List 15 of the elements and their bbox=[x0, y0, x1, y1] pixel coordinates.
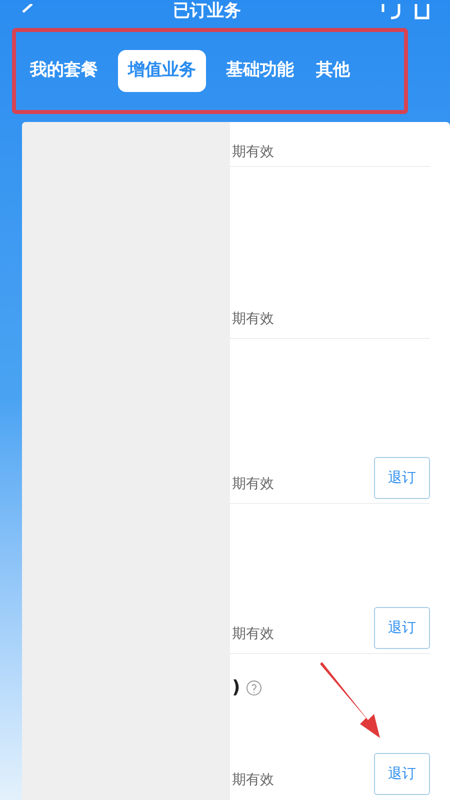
validity-text: 期有效 bbox=[232, 143, 274, 162]
validity-text: 期有效 bbox=[232, 475, 274, 494]
tab[interactable]: 我的套餐 bbox=[28, 50, 100, 92]
unsubscribe-button[interactable]: 退订 bbox=[374, 607, 430, 649]
page-title: 已订业务 bbox=[173, 0, 241, 24]
unsubscribe-button[interactable]: 退订 bbox=[374, 753, 430, 795]
service-title: ) bbox=[232, 676, 240, 700]
tab[interactable]: 增值业务 bbox=[118, 50, 206, 92]
validity-text: 期有效 bbox=[232, 771, 274, 790]
tab[interactable]: 其他 bbox=[314, 50, 352, 92]
help-icon[interactable] bbox=[246, 680, 262, 696]
validity-text: 期有效 bbox=[232, 625, 274, 644]
tab[interactable]: 基础功能 bbox=[224, 50, 296, 92]
unsubscribe-button[interactable]: 退订 bbox=[374, 457, 430, 499]
validity-text: 期有效 bbox=[232, 310, 274, 329]
